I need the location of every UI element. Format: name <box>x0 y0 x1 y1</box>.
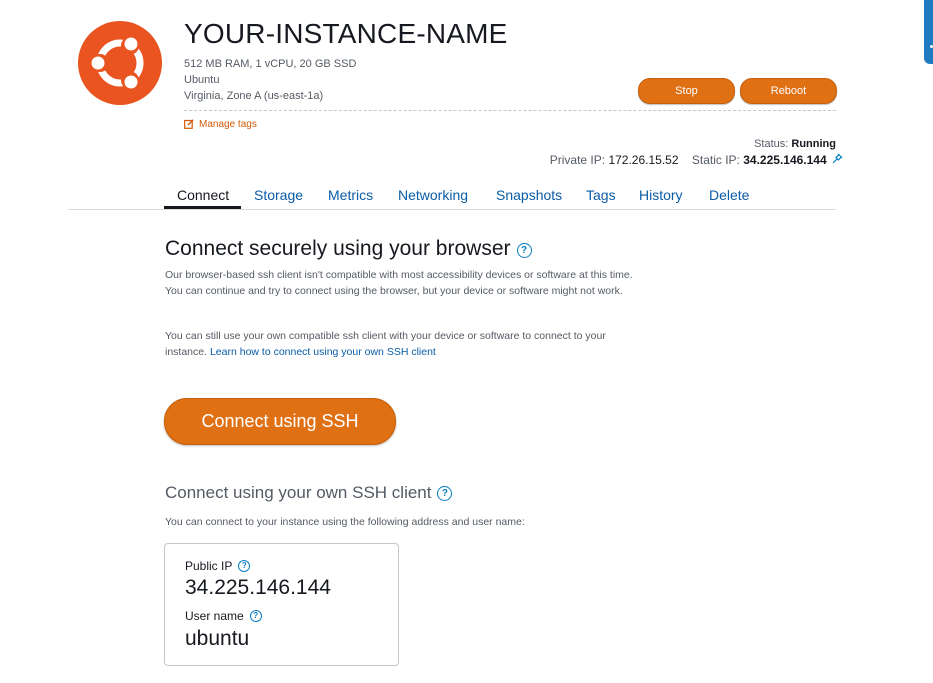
tab-history[interactable]: History <box>639 187 683 203</box>
help-icon[interactable]: ? <box>437 486 453 501</box>
ip-addresses: Private IP: 172.26.15.52 Static IP: 34.2… <box>550 153 843 167</box>
feedback-tab[interactable] <box>924 0 933 64</box>
reboot-button[interactable]: Reboot <box>740 78 837 104</box>
static-ip-value: 34.225.146.144 <box>743 153 827 167</box>
instance-os: Ubuntu <box>184 74 220 86</box>
edit-icon <box>184 119 194 129</box>
user-name-label: User name? <box>185 609 262 623</box>
status-label: Status: <box>754 138 789 150</box>
tab-metrics[interactable]: Metrics <box>328 187 373 203</box>
static-ip-label: Static IP: <box>691 153 740 167</box>
active-tab-indicator <box>164 206 241 209</box>
manage-tags-label: Manage tags <box>199 119 257 130</box>
status-value: Running <box>791 138 836 150</box>
help-icon[interactable]: ? <box>516 243 532 258</box>
public-ip-value: 34.225.146.144 <box>185 576 331 599</box>
instance-specs: 512 MB RAM, 1 vCPU, 20 GB SSD <box>184 58 357 70</box>
instance-status: Status: Running <box>754 138 836 150</box>
help-icon[interactable]: ? <box>249 610 262 622</box>
instance-location: Virginia, Zone A (us-east-1a) <box>184 90 324 102</box>
ubuntu-logo-icon <box>78 21 162 105</box>
own-client-heading: Connect using your own SSH client? <box>165 483 453 503</box>
public-ip-label-text: Public IP <box>185 559 233 573</box>
browser-connect-heading-text: Connect securely using your browser <box>165 237 511 260</box>
own-client-desc: You can connect to your instance using t… <box>165 516 525 528</box>
instance-name: YOUR-INSTANCE-NAME <box>184 18 508 49</box>
private-ip-value: 172.26.15.52 <box>608 153 679 167</box>
user-name-label-text: User name <box>185 609 244 623</box>
tab-delete[interactable]: Delete <box>709 187 749 203</box>
stop-button[interactable]: Stop <box>638 78 735 104</box>
connect-ssh-button[interactable]: Connect using SSH <box>164 398 396 445</box>
tabs-baseline <box>68 209 836 210</box>
private-ip-label: Private IP: <box>549 153 606 167</box>
connection-details-card: Public IP? 34.225.146.144 User name? ubu… <box>164 543 399 666</box>
tab-connect[interactable]: Connect <box>177 187 229 203</box>
divider <box>184 110 836 111</box>
accessibility-note: Our browser-based ssh client isn't compa… <box>165 269 633 297</box>
tab-tags[interactable]: Tags <box>586 187 616 203</box>
public-ip-label: Public IP? <box>185 559 251 573</box>
pin-icon[interactable] <box>832 153 843 167</box>
learn-ssh-client-link[interactable]: Learn how to connect using your own SSH … <box>210 346 436 358</box>
own-client-heading-text: Connect using your own SSH client <box>165 483 432 502</box>
tab-snapshots[interactable]: Snapshots <box>496 187 562 203</box>
own-client-note: You can still use your own compatible ss… <box>165 328 645 360</box>
manage-tags-link[interactable]: Manage tags <box>184 119 257 130</box>
tab-storage[interactable]: Storage <box>254 187 303 203</box>
browser-connect-heading: Connect securely using your browser? <box>165 237 532 261</box>
user-name-value: ubuntu <box>185 627 250 650</box>
help-icon[interactable]: ? <box>238 560 251 572</box>
tab-networking[interactable]: Networking <box>398 187 468 203</box>
